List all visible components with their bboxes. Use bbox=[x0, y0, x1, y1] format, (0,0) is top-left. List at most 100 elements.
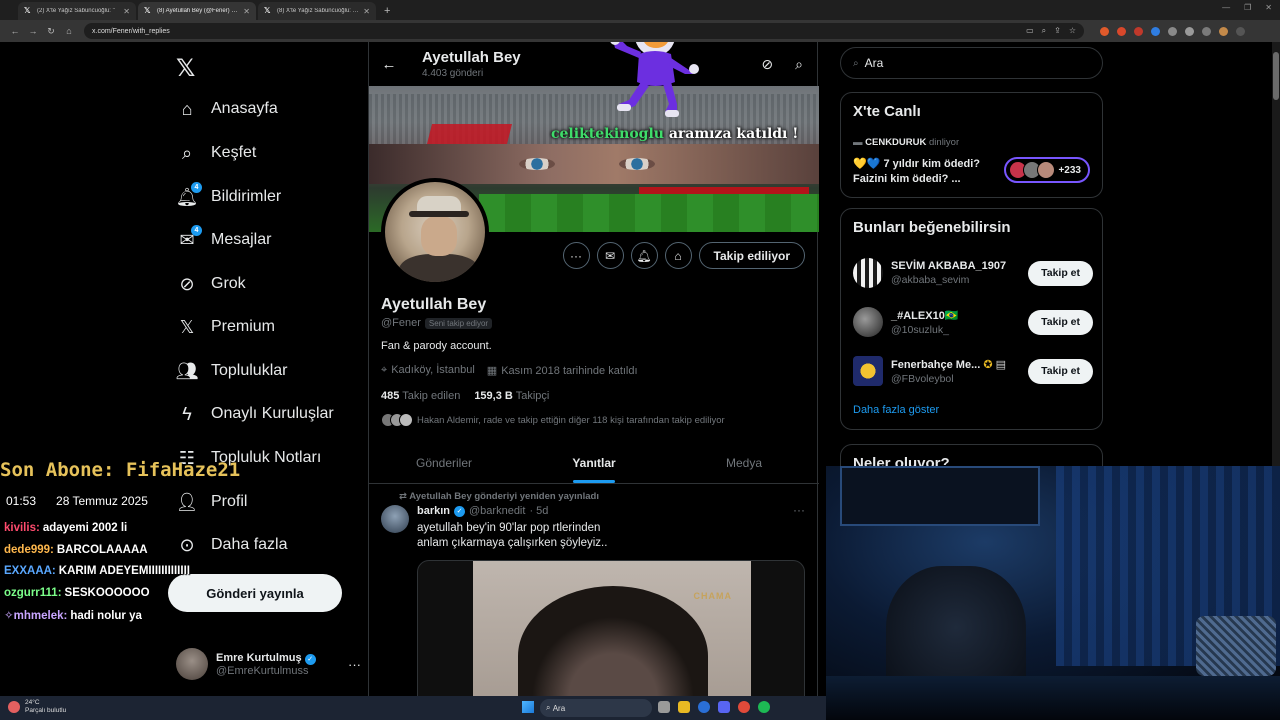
suggestion-handle: @akbaba_sevim bbox=[891, 274, 970, 286]
tweet-time[interactable]: · 5d bbox=[529, 505, 548, 517]
extension-icon[interactable] bbox=[1134, 26, 1143, 36]
back-icon[interactable]: ← bbox=[6, 26, 24, 36]
maximize-icon[interactable]: ❐ bbox=[1244, 3, 1251, 12]
browser-tab-1[interactable]: 𝕏 (2) X'te Yağız Sabuncuoğlu: " ✕ bbox=[18, 2, 136, 20]
tab-posts[interactable]: Gönderiler bbox=[369, 442, 519, 483]
weather-widget[interactable]: 24°C Parçalı bulutlu bbox=[8, 699, 66, 715]
profile-meta: ⌖ Kadıköy, İstanbul ▦ Kasım 2018 tarihinde… bbox=[381, 364, 638, 377]
task-view-icon[interactable] bbox=[658, 701, 670, 713]
browser-tab-2[interactable]: 𝕏 (8) Ayetullah Bey (@Fener) adlı ✕ bbox=[138, 2, 256, 20]
tab-replies[interactable]: Yanıtlar bbox=[519, 442, 669, 483]
file-explorer-icon[interactable] bbox=[678, 701, 690, 713]
suggestion-item[interactable]: SEVİM AKBABA_1907 @akbaba_sevim Takip et bbox=[853, 254, 1093, 292]
bookmark-star-icon[interactable]: ☆ bbox=[1069, 26, 1076, 36]
webcam-monitor bbox=[840, 466, 1040, 526]
tweet-author-name[interactable]: barkın bbox=[417, 505, 450, 517]
nav-item-premium[interactable]: 𝕏 Premium bbox=[176, 312, 275, 342]
tweet-media[interactable]: CHAMA bbox=[417, 560, 805, 696]
profile-bio: Fan & parody account. bbox=[381, 340, 492, 352]
space-title-line: Faizini kim ödedi? ... bbox=[853, 173, 961, 185]
close-tab-icon[interactable]: ✕ bbox=[363, 7, 370, 16]
host-avatar-icon: ▬ bbox=[853, 137, 863, 148]
puzzle-icon[interactable] bbox=[1185, 26, 1194, 36]
search-input[interactable]: ⌕ Ara bbox=[840, 47, 1103, 79]
followers-stat[interactable]: 159,3 B Takipçi bbox=[474, 390, 549, 402]
search-icon[interactable]: ⌕ bbox=[795, 56, 803, 73]
more-options-icon[interactable]: ··· bbox=[348, 657, 361, 672]
share-icon[interactable]: ⇪ bbox=[1054, 26, 1061, 36]
message-button[interactable]: ✉ bbox=[596, 242, 624, 269]
suggestion-item[interactable]: Fenerbahçe Me... ✪ ▤ @FBvoleybol Takip et bbox=[853, 352, 1093, 390]
tweet-more-icon[interactable]: ··· bbox=[793, 503, 805, 517]
follow-button[interactable]: Takip et bbox=[1028, 260, 1093, 286]
stream-clock: 01:53 28 Temmuz 2025 bbox=[6, 494, 148, 508]
profile-avatar-icon[interactable] bbox=[1219, 26, 1228, 36]
nav-item-verified-orgs[interactable]: ϟ Onaylı Kuruluşlar bbox=[176, 399, 333, 429]
chat-message: adayemi 2002 li bbox=[42, 522, 128, 534]
tweet-avatar[interactable] bbox=[381, 505, 409, 533]
subscribe-button[interactable]: ⌂ bbox=[664, 242, 692, 269]
profile-avatar[interactable] bbox=[381, 178, 489, 286]
discord-icon[interactable] bbox=[718, 701, 730, 713]
close-tab-icon[interactable]: ✕ bbox=[243, 7, 250, 16]
account-name-row: Emre Kurtulmuş ✓ bbox=[216, 652, 316, 665]
nav-item-explore[interactable]: ⌕ Keşfet bbox=[176, 138, 256, 168]
suggestion-name: SEVİM AKBABA_1907 bbox=[891, 260, 1007, 272]
cast-icon[interactable]: ▭ bbox=[1026, 26, 1034, 36]
nav-item-home[interactable]: ⌂ Anasayfa bbox=[176, 94, 278, 124]
notify-bell-button[interactable]: 🔔︎ bbox=[630, 242, 658, 269]
chrome-icon[interactable] bbox=[698, 701, 710, 713]
suggestion-item[interactable]: _#ALEX10🇧🇷 @10suzluk_ Takip et bbox=[853, 303, 1093, 341]
following-button[interactable]: Takip ediliyor bbox=[698, 242, 805, 269]
browser-menu-icon[interactable] bbox=[1236, 26, 1245, 36]
tab-media[interactable]: Medya bbox=[669, 442, 819, 483]
zoom-icon[interactable]: ⌕ bbox=[1042, 26, 1046, 36]
extension-icon[interactable] bbox=[1100, 26, 1109, 36]
account-switcher[interactable]: Emre Kurtulmuş ✓ @EmreKurtulmuss ··· bbox=[176, 646, 361, 682]
nav-item-communities[interactable]: 👥︎ Topluluklar bbox=[176, 356, 288, 386]
new-tab-button[interactable]: + bbox=[384, 2, 390, 20]
nav-item-grok[interactable]: ⊘ Grok bbox=[176, 269, 245, 299]
grok-icon[interactable]: ⊘ bbox=[761, 56, 773, 73]
following-stat[interactable]: 485 Takip edilen bbox=[381, 390, 460, 402]
forward-icon[interactable]: → bbox=[24, 26, 42, 36]
home-icon: ⌂ bbox=[181, 98, 193, 119]
show-more-link[interactable]: Daha fazla göster bbox=[853, 404, 939, 416]
scrollbar-thumb[interactable] bbox=[1273, 52, 1279, 100]
extension-icon[interactable] bbox=[1117, 26, 1126, 36]
follow-button[interactable]: Takip et bbox=[1028, 358, 1093, 384]
obs-icon[interactable] bbox=[738, 701, 750, 713]
home-icon[interactable]: ⌂ bbox=[60, 26, 78, 36]
browser-tab-3[interactable]: 𝕏 (8) X'te Yağız Sabuncuoğlu: "@ ✕ bbox=[258, 2, 376, 20]
weather-icon bbox=[8, 701, 20, 713]
nav-item-messages[interactable]: ✉ 4 Mesajlar bbox=[176, 225, 271, 255]
follow-button[interactable]: Takip et bbox=[1028, 309, 1093, 335]
chat-line: dede999: BARCOLAAAAA bbox=[4, 544, 204, 566]
space-title[interactable]: 💛💙 7 yıldır kim ödedi? Faizini kim ödedi… bbox=[853, 157, 980, 187]
nav-item-notifications[interactable]: 🔔︎ 4 Bildirimler bbox=[176, 182, 281, 212]
space-listeners-pill[interactable]: +233 bbox=[1004, 157, 1090, 183]
mutual-followers[interactable]: Hakan Aldemir, rade ve takip ettiğin diğ… bbox=[381, 413, 725, 427]
extension-icon[interactable] bbox=[1168, 26, 1177, 36]
tweet-author-handle[interactable]: @barknedit bbox=[469, 505, 525, 517]
profile-actions: ··· ✉ 🔔︎ ⌂ Takip ediliyor bbox=[562, 242, 805, 269]
close-tab-icon[interactable]: ✕ bbox=[123, 7, 130, 16]
reload-icon[interactable]: ↻ bbox=[42, 26, 60, 37]
extension-icon[interactable] bbox=[1151, 26, 1160, 36]
close-window-icon[interactable]: ✕ bbox=[1265, 3, 1272, 12]
windows-start-icon[interactable] bbox=[522, 701, 534, 713]
avatar-face bbox=[421, 216, 457, 256]
verified-badge-icon: ✓ bbox=[454, 505, 466, 517]
avatar-hat-brim bbox=[409, 211, 469, 217]
address-bar[interactable]: x.com/Fener/with_replies ▭ ⌕ ⇪ ☆ bbox=[84, 23, 1084, 39]
spotify-icon[interactable] bbox=[758, 701, 770, 713]
taskbar-search[interactable]: ⌕ Ara bbox=[540, 699, 652, 717]
webcam-desk bbox=[826, 676, 1280, 720]
sidebar-icon[interactable] bbox=[1202, 26, 1211, 36]
x-logo-icon[interactable]: 𝕏 bbox=[176, 54, 195, 83]
more-options-button[interactable]: ··· bbox=[562, 242, 590, 269]
back-arrow-icon[interactable]: ← bbox=[369, 56, 409, 73]
minimize-icon[interactable]: — bbox=[1222, 3, 1230, 12]
avatar bbox=[853, 307, 883, 337]
tweet-item[interactable]: ⇄ Ayetullah Bey gönderiyi yeniden yayınl… bbox=[369, 485, 819, 696]
